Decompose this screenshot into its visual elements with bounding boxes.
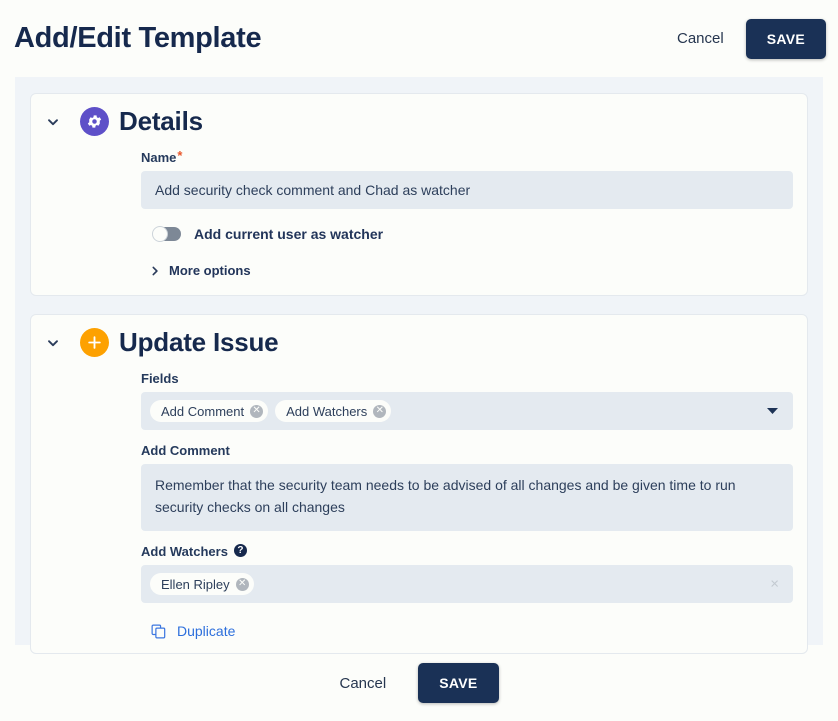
content-area: Details Name * Add security check commen… bbox=[15, 77, 823, 655]
update-issue-section-body: Fields Add Comment ✕ Add Watchers ✕ Add … bbox=[31, 371, 807, 639]
help-icon[interactable]: ? bbox=[233, 544, 247, 558]
watcher-chip-label: Ellen Ripley bbox=[161, 576, 230, 592]
name-input[interactable]: Add security check comment and Chad as w… bbox=[141, 171, 793, 209]
fields-chip-label: Add Watchers bbox=[286, 403, 368, 419]
update-issue-section-header: Update Issue bbox=[31, 327, 807, 358]
details-section-title: Details bbox=[119, 106, 203, 136]
name-field-label: Name * bbox=[141, 148, 793, 165]
details-section-header: Details bbox=[31, 106, 807, 137]
fields-label-text: Fields bbox=[141, 371, 179, 386]
add-current-user-watcher-toggle[interactable] bbox=[152, 226, 181, 242]
chip-remove-icon[interactable]: ✕ bbox=[250, 404, 264, 418]
duplicate-label: Duplicate bbox=[177, 623, 236, 640]
add-watchers-multiselect[interactable]: Ellen Ripley ✕ × bbox=[141, 565, 793, 604]
copy-icon bbox=[151, 624, 166, 639]
more-options-button[interactable]: More options bbox=[149, 263, 251, 278]
update-issue-section-title: Update Issue bbox=[119, 327, 279, 357]
header-cancel-button[interactable]: Cancel bbox=[677, 30, 724, 47]
gear-icon bbox=[80, 107, 109, 136]
add-comment-label-text: Add Comment bbox=[141, 443, 230, 458]
page-footer: Cancel SAVE bbox=[0, 645, 838, 721]
details-section-card: Details Name * Add security check commen… bbox=[30, 93, 808, 296]
chip-remove-icon[interactable]: ✕ bbox=[235, 577, 249, 591]
fields-chip[interactable]: Add Watchers ✕ bbox=[275, 400, 392, 422]
toggle-knob bbox=[152, 226, 168, 242]
header-save-button[interactable]: SAVE bbox=[745, 18, 826, 59]
fields-chip[interactable]: Add Comment ✕ bbox=[150, 400, 269, 422]
add-watchers-label-text: Add Watchers bbox=[141, 544, 228, 560]
update-issue-section-card: Update Issue Fields Add Comment ✕ Add Wa… bbox=[30, 314, 808, 655]
fields-label: Fields bbox=[141, 371, 793, 386]
plus-icon bbox=[80, 328, 109, 357]
chevron-right-icon bbox=[149, 265, 161, 277]
more-options-label: More options bbox=[169, 263, 251, 278]
add-current-user-watcher-label: Add current user as watcher bbox=[194, 226, 384, 242]
footer-cancel-button[interactable]: Cancel bbox=[340, 675, 387, 692]
clear-icon[interactable]: × bbox=[770, 577, 779, 592]
page-header: Add/Edit Template Cancel SAVE bbox=[0, 0, 838, 77]
required-asterisk: * bbox=[177, 148, 183, 163]
add-watchers-label: Add Watchers ? bbox=[141, 544, 793, 559]
page-title: Add/Edit Template bbox=[14, 22, 262, 54]
add-current-user-watcher-row: Add current user as watcher bbox=[152, 226, 793, 242]
watcher-chip[interactable]: Ellen Ripley ✕ bbox=[150, 573, 254, 596]
add-comment-textarea[interactable]: Remember that the security team needs to… bbox=[141, 464, 793, 532]
details-section-body: Name * Add security check comment and Ch… bbox=[31, 148, 807, 278]
fields-multiselect[interactable]: Add Comment ✕ Add Watchers ✕ bbox=[141, 392, 793, 430]
caret-down-icon[interactable] bbox=[766, 407, 779, 416]
name-label-text: Name bbox=[141, 150, 177, 165]
chevron-down-icon[interactable] bbox=[40, 330, 66, 356]
chip-remove-icon[interactable]: ✕ bbox=[373, 404, 387, 418]
chevron-down-icon[interactable] bbox=[40, 109, 66, 135]
add-comment-label: Add Comment bbox=[141, 443, 793, 458]
footer-save-button[interactable]: SAVE bbox=[418, 663, 499, 703]
duplicate-button[interactable]: Duplicate bbox=[151, 623, 235, 639]
fields-chip-label: Add Comment bbox=[161, 403, 245, 419]
